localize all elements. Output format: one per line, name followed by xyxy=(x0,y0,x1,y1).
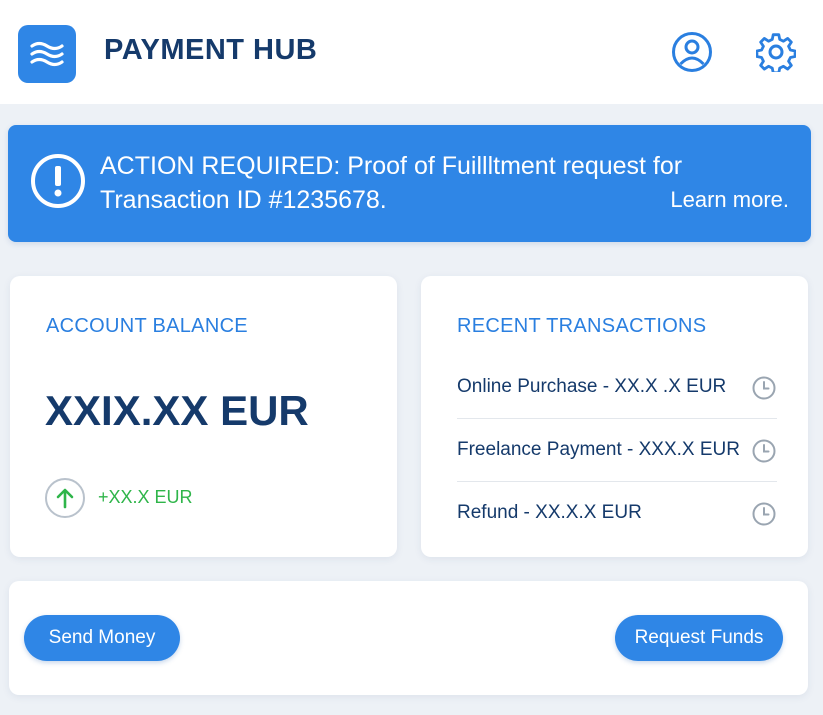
balance-amount: XXIX.XX EUR xyxy=(45,387,309,434)
balance-heading: ACCOUNT BALANCE xyxy=(46,315,248,337)
transactions-list: Online Purchase - XX.X .X EUR Freelance … xyxy=(457,356,777,545)
alert-message: ACTION REQUIRED: Proof of Fuillltment re… xyxy=(100,152,683,214)
transaction-row[interactable]: Online Purchase - XX.X .X EUR xyxy=(457,356,777,419)
transaction-row[interactable]: Freelance Payment - XXX.X EUR xyxy=(457,419,777,482)
gear-icon[interactable] xyxy=(754,30,798,74)
action-bar: Send Money Request Funds xyxy=(9,581,808,695)
transaction-row[interactable]: Refund - XX.X.X EUR xyxy=(457,482,777,545)
recent-transactions-card: RECENT TRANSACTIONS Online Purchase - XX… xyxy=(421,276,808,557)
learn-more-link[interactable]: Learn more. xyxy=(670,187,789,213)
balance-change: +XX.X EUR xyxy=(98,487,193,507)
send-money-button[interactable]: Send Money xyxy=(24,615,180,661)
waves-logo-icon[interactable] xyxy=(18,25,76,83)
app-title: PAYMENT HUB xyxy=(104,34,318,66)
action-required-banner: ACTION REQUIRED: Proof of Fuillltment re… xyxy=(8,125,811,242)
arrow-up-icon xyxy=(45,478,85,518)
transactions-heading: RECENT TRANSACTIONS xyxy=(457,315,707,337)
app-header: PAYMENT HUB xyxy=(0,0,823,104)
transaction-label: Freelance Payment - XXX.X EUR xyxy=(457,439,740,460)
account-balance-card: ACCOUNT BALANCE XXIX.XX EUR +XX.X EUR xyxy=(10,276,397,557)
user-circle-icon[interactable] xyxy=(670,30,714,74)
clock-icon xyxy=(752,502,776,526)
clock-icon xyxy=(752,439,776,463)
clock-icon xyxy=(752,376,776,400)
transaction-label: Refund - XX.X.X EUR xyxy=(457,502,642,523)
request-funds-button[interactable]: Request Funds xyxy=(615,615,783,661)
transaction-label: Online Purchase - XX.X .X EUR xyxy=(457,376,727,397)
exclamation-circle-icon xyxy=(30,153,86,214)
